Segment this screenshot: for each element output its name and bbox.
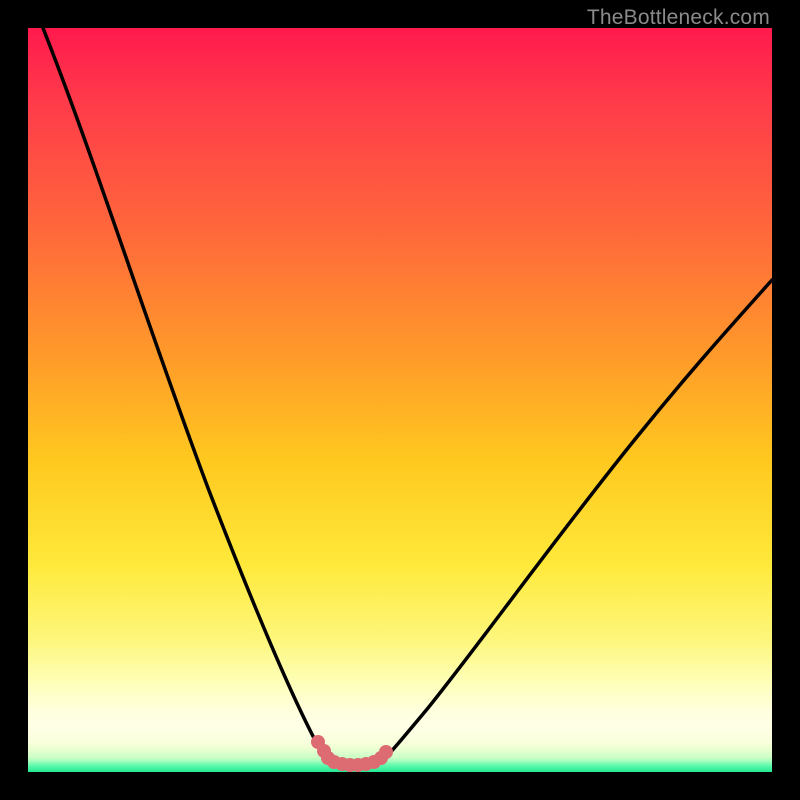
left-curve <box>43 28 328 763</box>
chart-svg <box>28 28 772 772</box>
valley-markers <box>311 735 393 772</box>
watermark-text: TheBottleneck.com <box>587 6 770 30</box>
chart-frame: TheBottleneck.com <box>0 0 800 800</box>
plot-area <box>28 28 772 772</box>
right-curve <box>380 280 772 763</box>
